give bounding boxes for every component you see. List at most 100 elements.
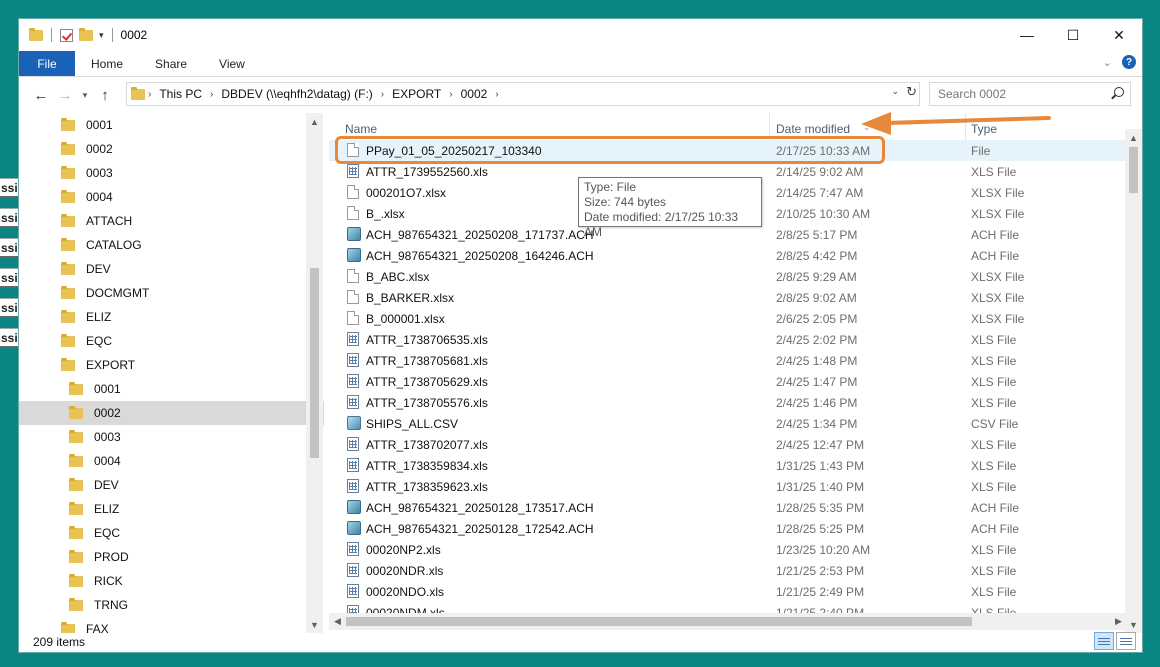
minimize-button[interactable]: — [1004, 19, 1050, 51]
file-row[interactable]: ATTR_1738702077.xls 2/4/25 12:47 PM XLS Fi… [329, 434, 1139, 455]
file-name: SHIPS_ALL.CSV [366, 417, 459, 431]
file-row[interactable]: ATTR_1738359623.xls 1/31/25 1:40 PM XLS Fi… [329, 476, 1139, 497]
nav-item-0004[interactable]: 0004 [19, 185, 324, 209]
refresh-icon[interactable]: ↻ [906, 84, 917, 100]
breadcrumb-this-pc[interactable]: This PC [154, 87, 207, 101]
file-list-horizontal-scrollbar[interactable]: ◀ ▶ [329, 613, 1127, 630]
address-bar[interactable]: › This PC › DBDEV (\\eqhfh2\datag) (F:) … [126, 82, 920, 106]
nav-item-label: PROD [94, 550, 129, 564]
nav-item-export[interactable]: EXPORT [19, 353, 324, 377]
csv-file-icon [347, 416, 361, 430]
file-type: ACH File [971, 501, 1020, 515]
file-row[interactable]: ATTR_1738705681.xls 2/4/25 1:48 PM XLS Fil… [329, 350, 1139, 371]
file-row[interactable]: SHIPS_ALL.CSV 2/4/25 1:34 PM CSV File [329, 413, 1139, 434]
file-row[interactable]: 00020NDO.xls 1/21/25 2:49 PM XLS File [329, 581, 1139, 602]
file-list-vertical-scrollbar[interactable]: ▲ ▼ [1125, 129, 1142, 633]
chevron-right-icon[interactable]: › [446, 89, 455, 100]
nav-item-eliz[interactable]: ELIZ [19, 497, 324, 521]
breadcrumb-drive[interactable]: DBDEV (\\eqhfh2\datag) (F:) [216, 87, 377, 101]
nav-item-0003[interactable]: 0003 [19, 425, 324, 449]
nav-item-eqc[interactable]: EQC [19, 521, 324, 545]
scroll-thumb[interactable] [310, 268, 319, 458]
customize-toolbar-dropdown-icon[interactable]: ▾ [99, 30, 104, 41]
help-icon[interactable]: ? [1122, 55, 1136, 69]
folder-icon [61, 285, 75, 299]
nav-item-0004[interactable]: 0004 [19, 449, 324, 473]
navigation-pane-scrollbar[interactable]: ▲ ▼ [306, 113, 323, 633]
nav-item-catalog[interactable]: CATALOG [19, 233, 324, 257]
maximize-button[interactable]: ☐ [1050, 19, 1096, 51]
tab-home[interactable]: Home [75, 51, 139, 76]
scroll-up-icon[interactable]: ▲ [1125, 129, 1142, 146]
nav-item-label: 0001 [94, 382, 121, 396]
file-row[interactable]: 00020NDR.xls 1/21/25 2:53 PM XLS File [329, 560, 1139, 581]
file-row[interactable]: ATTR_1738705629.xls 2/4/25 1:47 PM XLS Fil… [329, 371, 1139, 392]
column-header-name[interactable]: Name [345, 122, 377, 136]
scroll-thumb[interactable] [1129, 147, 1138, 193]
scroll-left-icon[interactable]: ◀ [329, 613, 346, 630]
tab-view[interactable]: View [203, 51, 261, 76]
properties-icon[interactable] [60, 28, 73, 42]
address-dropdown-icon[interactable]: ⌄ [891, 86, 899, 97]
new-folder-icon[interactable] [79, 27, 93, 41]
xls-file-icon [347, 479, 359, 493]
scroll-right-icon[interactable]: ▶ [1110, 613, 1127, 630]
nav-item-0001[interactable]: 0001 [19, 377, 324, 401]
nav-item-trng[interactable]: TRNG [19, 593, 324, 617]
nav-item-eqc[interactable]: EQC [19, 329, 324, 353]
close-button[interactable]: ✕ [1096, 19, 1142, 51]
nav-item-rick[interactable]: RICK [19, 569, 324, 593]
folder-icon [61, 261, 75, 275]
nav-item-0003[interactable]: 0003 [19, 161, 324, 185]
expand-ribbon-icon[interactable]: ⌄ [1103, 56, 1112, 69]
nav-item-eliz[interactable]: ELIZ [19, 305, 324, 329]
nav-item-dev[interactable]: DEV [19, 257, 324, 281]
file-name: ATTR_1739552560.xls [366, 165, 488, 179]
nav-item-0002[interactable]: 0002 [19, 137, 324, 161]
breadcrumb-export[interactable]: EXPORT [387, 87, 446, 101]
nav-item-docmgmt[interactable]: DOCMGMT [19, 281, 324, 305]
file-row[interactable]: 00020NP2.xls 1/23/25 10:20 AM XLS File [329, 539, 1139, 560]
column-header-date-modified[interactable]: Date modified [776, 122, 850, 136]
nav-item-label: 0004 [86, 190, 113, 204]
forward-button[interactable]: → [53, 87, 77, 104]
chevron-right-icon[interactable]: › [145, 89, 154, 100]
back-button[interactable]: ← [29, 87, 53, 104]
annotation-arrow-icon [861, 112, 1051, 135]
nav-item-dev[interactable]: DEV [19, 473, 324, 497]
file-row[interactable]: ACH_987654321_20250128_173517.ACH 1/28/25… [329, 497, 1139, 518]
file-name: ATTR_1738705629.xls [366, 375, 488, 389]
search-input[interactable]: Search 0002 [929, 82, 1131, 106]
chevron-right-icon[interactable]: › [378, 89, 387, 100]
nav-item-attach[interactable]: ATTACH [19, 209, 324, 233]
tab-file[interactable]: File [19, 51, 75, 76]
nav-item-0001[interactable]: 0001 [19, 113, 324, 137]
file-type: File [971, 144, 991, 158]
details-view-button[interactable] [1094, 632, 1114, 650]
window-title: 0002 [120, 28, 148, 42]
ribbon-tabs: File Home Share View ⌄ ? [19, 51, 1142, 77]
file-row[interactable]: ATTR_1738706535.xls 2/4/25 2:02 PM XLS Fil… [329, 329, 1139, 350]
tab-share[interactable]: Share [139, 51, 203, 76]
file-row[interactable]: ACH_987654321_20250128_172542.ACH 1/28/25… [329, 518, 1139, 539]
scroll-thumb[interactable] [346, 617, 972, 626]
file-row[interactable]: B_000001.xlsx 2/6/25 2:05 PM XLSX File [329, 308, 1139, 329]
nav-item-label: DOCMGMT [86, 286, 150, 300]
recent-locations-dropdown-icon[interactable]: ▾ [77, 90, 93, 101]
chevron-right-icon[interactable]: › [492, 89, 501, 100]
nav-item-0002[interactable]: 0002 [19, 401, 324, 425]
xls-file-icon [347, 374, 359, 388]
file-row[interactable]: ATTR_1738359834.xls 1/31/25 1:43 PM XLS Fi… [329, 455, 1139, 476]
nav-item-prod[interactable]: PROD [19, 545, 324, 569]
file-date-modified: 2/8/25 9:29 AM [776, 270, 857, 284]
file-row[interactable]: B_BARKER.xlsx 2/8/25 9:02 AM XLSX File [329, 287, 1139, 308]
file-row[interactable]: B_ABC.xlsx 2/8/25 9:29 AM XLSX File [329, 266, 1139, 287]
scroll-up-icon[interactable]: ▲ [306, 113, 323, 130]
large-icons-view-button[interactable] [1116, 632, 1136, 650]
breadcrumb-0002[interactable]: 0002 [456, 87, 493, 101]
file-row[interactable]: ACH_987654321_20250208_164246.ACH 2/8/25 … [329, 245, 1139, 266]
up-button[interactable]: ↑ [93, 87, 117, 104]
chevron-right-icon[interactable]: › [207, 89, 216, 100]
xls-file-icon [347, 164, 359, 178]
file-row[interactable]: ATTR_1738705576.xls 2/4/25 1:46 PM XLS Fil… [329, 392, 1139, 413]
